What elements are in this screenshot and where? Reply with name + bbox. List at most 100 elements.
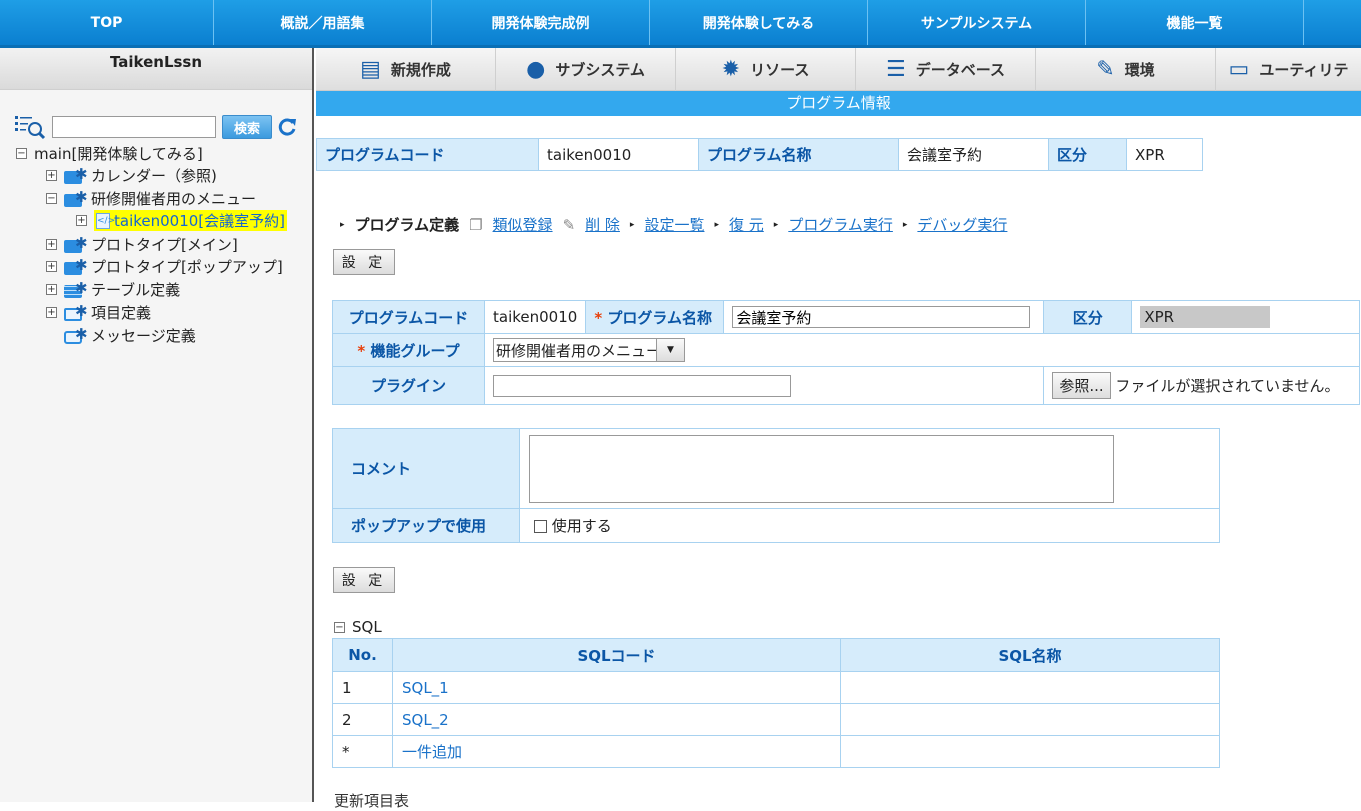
- tree-item-table-def[interactable]: + ✱ テーブル定義: [46, 279, 180, 300]
- sql-code-link[interactable]: SQL_2: [402, 711, 449, 729]
- subsystem-button[interactable]: ● サブシステム: [496, 48, 676, 91]
- bullet-icon: ▸: [629, 219, 635, 230]
- browse-button[interactable]: 参照...: [1052, 372, 1111, 399]
- action-similar[interactable]: 類似登録: [493, 214, 553, 235]
- expand-icon[interactable]: +: [46, 239, 57, 250]
- expand-icon[interactable]: +: [46, 261, 57, 272]
- expand-icon[interactable]: +: [46, 307, 57, 318]
- user-icon: ●: [526, 57, 546, 82]
- utility-button[interactable]: ▭ ユーティリテ: [1216, 48, 1361, 91]
- search-button[interactable]: 検索: [222, 115, 272, 139]
- tree-item-proto-main[interactable]: + ✱ プロトタイプ[メイン]: [46, 234, 238, 255]
- summary-kubun: XPR: [1126, 138, 1203, 171]
- item-gear-icon: ✱: [64, 302, 88, 322]
- sql-name: [840, 671, 1220, 704]
- tree-search: 検索: [14, 114, 298, 140]
- form-kubun-label: 区分: [1043, 300, 1133, 334]
- tree-root[interactable]: − main[開発体験してみる]: [16, 143, 203, 164]
- left-panel: TaikenLssn 検索 − main[開発体験してみる] + ✱ カレンダー…: [0, 48, 314, 802]
- function-group-select[interactable]: 研修開催者用のメニュー ▼: [493, 338, 685, 362]
- program-name-input[interactable]: [732, 306, 1031, 328]
- tree-item-proto-popup[interactable]: + ✱ プロトタイプ[ポップアップ]: [46, 256, 283, 277]
- nav-try-dev[interactable]: 開発体験してみる: [650, 0, 868, 45]
- comment-textarea[interactable]: [529, 434, 1114, 503]
- form-plugin-label: プラグイン: [332, 366, 485, 405]
- sql-add-link[interactable]: 一件追加: [402, 743, 462, 761]
- nav-top[interactable]: TOP: [0, 0, 214, 45]
- plugin-input[interactable]: [493, 374, 791, 397]
- nav-sample-system[interactable]: サンプルシステム: [868, 0, 1086, 45]
- collapse-icon[interactable]: −: [334, 621, 345, 633]
- update-items-header[interactable]: 更新項目表: [334, 790, 409, 811]
- refresh-icon[interactable]: [278, 117, 298, 137]
- folder-gear-icon: ✱: [64, 188, 88, 208]
- tree-item-label: テーブル定義: [91, 281, 181, 299]
- utility-label: ユーティリテ: [1259, 61, 1349, 79]
- action-program-def: プログラム定義: [354, 216, 460, 234]
- action-run[interactable]: プログラム実行: [788, 214, 893, 235]
- env-button[interactable]: ✎ 環境: [1036, 48, 1216, 91]
- tree-item-calendar[interactable]: + ✱ カレンダー（参照): [46, 165, 217, 186]
- set-button-top[interactable]: 設 定: [333, 249, 395, 275]
- bullet-icon: ▸: [340, 219, 345, 230]
- summary-code: taiken0010: [538, 138, 699, 171]
- resource-button[interactable]: ✹ リソース: [676, 48, 856, 91]
- form-group-label: 機能グループ: [370, 341, 460, 360]
- new-button[interactable]: ▤ 新規作成: [316, 48, 496, 91]
- toolbar: ▤ 新規作成 ● サブシステム ✹ リソース ☰ データベース ✎ 環境 ▭ ユーティリテ: [316, 48, 1361, 91]
- folder-gear-icon: ✱: [64, 256, 88, 276]
- action-settings-list[interactable]: 設定一覧: [644, 214, 704, 235]
- tree-item-selected-program[interactable]: + </> taiken0010[会議室予約]: [76, 210, 288, 231]
- bullet-icon: ▸: [714, 219, 719, 230]
- document-icon: ▤: [360, 57, 381, 82]
- sql-col-code: SQLコード: [392, 638, 841, 672]
- kubun-readonly-field: XPR: [1140, 306, 1271, 328]
- popup-checkbox-label: 使用する: [551, 517, 612, 535]
- sql-code-link[interactable]: SQL_1: [402, 679, 449, 697]
- tree-item-label: taiken0010[会議室予約]: [114, 212, 286, 230]
- nav-function-list[interactable]: 機能一覧: [1086, 0, 1304, 45]
- sql-section-header[interactable]: − SQL: [334, 618, 382, 636]
- program-form: プログラムコード taiken0010 * プログラム名称 区分 XPR * 機…: [332, 300, 1360, 405]
- collapse-icon[interactable]: −: [46, 193, 57, 204]
- tree-search-icon: [15, 116, 46, 140]
- tree-item-msg-def[interactable]: ✱ メッセージ定義: [64, 325, 196, 346]
- form-name-label: プログラム名称: [607, 308, 712, 327]
- sql-col-no: No.: [332, 638, 393, 672]
- database-button[interactable]: ☰ データベース: [856, 48, 1036, 91]
- code-file-icon: </>: [96, 212, 115, 229]
- action-links: ▸ プログラム定義 ❐ 類似登録 ✎ 削 除 ▸ 設定一覧 ▸ 復 元 ▸ プロ…: [340, 214, 1007, 235]
- folder-gear-icon: ✱: [64, 165, 88, 185]
- nav-more[interactable]: [1304, 0, 1359, 45]
- program-summary: プログラムコード taiken0010 プログラム名称 会議室予約 区分 XPR: [316, 138, 1203, 171]
- tree-item-menu[interactable]: − ✱ 研修開催者用のメニュー: [46, 188, 256, 209]
- summary-name: 会議室予約: [898, 138, 1049, 171]
- sql-table: No. SQLコード SQL名称 1 SQL_1 2 SQL_2 * 一件追加: [332, 638, 1220, 768]
- tree-item-label: プロトタイプ[メイン]: [91, 236, 238, 254]
- table-gear-icon: ✱: [64, 279, 88, 299]
- collapse-icon[interactable]: −: [16, 148, 27, 159]
- comment-label: コメント: [332, 428, 520, 509]
- nav-complete-example[interactable]: 開発体験完成例: [432, 0, 650, 45]
- message-gear-icon: ✱: [64, 325, 88, 345]
- action-restore[interactable]: 復 元: [729, 214, 764, 235]
- action-delete[interactable]: 削 除: [585, 214, 620, 235]
- expand-icon[interactable]: +: [46, 170, 57, 181]
- tree-item-label: プロトタイプ[ポップアップ]: [91, 258, 283, 276]
- subsystem-label: サブシステム: [555, 61, 645, 79]
- expand-icon[interactable]: +: [46, 284, 57, 295]
- tree-search-input[interactable]: [52, 116, 216, 138]
- tree-root-label: main[開発体験してみる]: [34, 145, 203, 163]
- monitor-icon: ▭: [1228, 57, 1250, 82]
- action-debug[interactable]: デバッグ実行: [917, 214, 1007, 235]
- set-button-bottom[interactable]: 設 定: [333, 567, 395, 593]
- summary-kubun-label: 区分: [1048, 138, 1127, 171]
- expand-icon[interactable]: +: [76, 215, 87, 226]
- tree-item-item-def[interactable]: + ✱ 項目定義: [46, 302, 151, 323]
- database-icon: ☰: [886, 57, 906, 82]
- tree-item-label: 研修開催者用のメニュー: [91, 190, 257, 208]
- form-code: taiken0010: [483, 300, 587, 334]
- chevron-down-icon[interactable]: ▼: [656, 339, 684, 361]
- nav-overview[interactable]: 概説／用語集: [214, 0, 432, 45]
- popup-checkbox[interactable]: [534, 520, 547, 533]
